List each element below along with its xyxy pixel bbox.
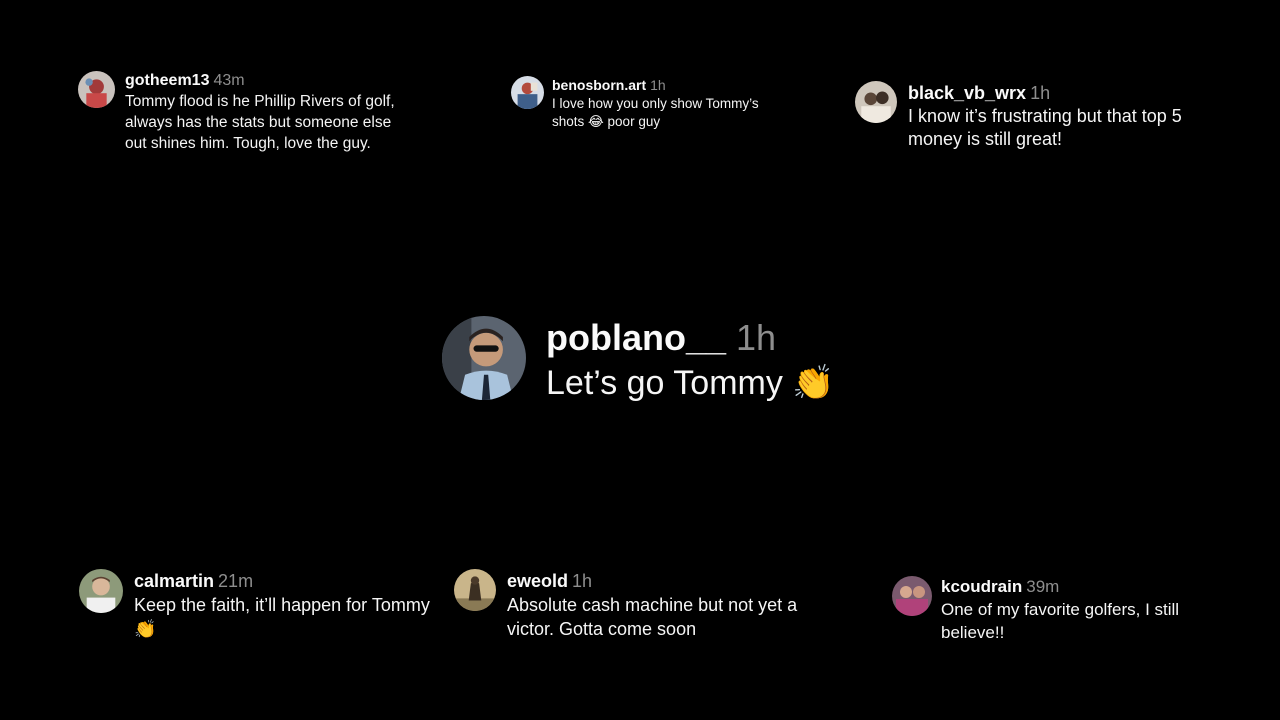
username[interactable]: gotheem13 [125,72,209,89]
timestamp: 21m [218,571,254,591]
comment-card-featured: poblano__ 1h Let’s go Tommy 👏 [442,316,835,406]
comment-card: benosborn.art 1h I love how you only show… [511,76,792,131]
username[interactable]: eweold [507,571,568,591]
timestamp: 1h [650,77,666,93]
comment-text: Let’s go Tommy 👏 [546,364,835,402]
comment-text: Keep the faith, it’ll happen for Tommy 👏 [134,595,430,639]
timestamp: 1h [572,571,593,591]
avatar[interactable] [442,316,526,400]
avatar[interactable] [79,569,123,613]
comment-card: calmartin 21m Keep the faith, it’ll happe… [79,569,434,641]
avatar[interactable] [78,71,115,108]
avatar[interactable] [454,569,496,611]
avatar[interactable] [511,76,544,109]
timestamp: 1h [736,317,777,358]
comment-card: gotheem13 43m Tommy flood is he Phillip R… [78,71,415,154]
username[interactable]: kcoudrain [941,577,1022,596]
timestamp: 43m [213,72,245,89]
timestamp: 39m [1026,577,1060,596]
username[interactable]: black_vb_wrx [908,83,1026,103]
avatar[interactable] [855,81,897,123]
comment-text: One of my favorite golfers, I still beli… [941,600,1180,642]
comment-text: I love how you only show Tommy’s shots 😂… [552,96,759,129]
username[interactable]: poblano__ [546,317,726,358]
avatar[interactable] [892,576,932,616]
username[interactable]: calmartin [134,571,214,591]
comment-card: kcoudrain 39m One of my favorite golfers,… [892,576,1231,644]
comment-card: eweold 1h Absolute cash machine but not y… [454,569,837,641]
timestamp: 1h [1030,83,1051,103]
comment-text: I know it’s frustrating but that top 5 m… [908,106,1182,149]
comment-card: black_vb_wrx 1h I know it’s frustrating b… [855,81,1228,151]
comment-text: Tommy flood is he Phillip Rivers of golf… [125,93,395,152]
comment-text: Absolute cash machine but not yet a vict… [507,595,798,639]
username[interactable]: benosborn.art [552,77,646,93]
